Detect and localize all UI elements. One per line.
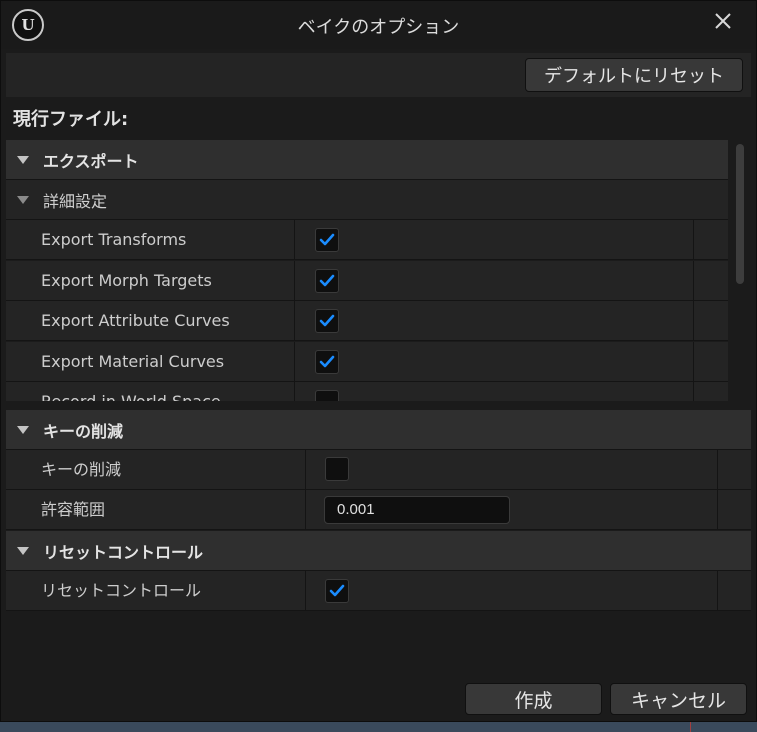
property-row-reduce-keys: キーの削減 [6, 450, 751, 490]
tolerance-input[interactable]: 0.001 [324, 496, 510, 524]
column-divider [305, 571, 306, 610]
column-divider [305, 490, 306, 529]
property-label: Record in World Space [41, 382, 221, 401]
export-morph-targets-checkbox[interactable] [315, 269, 339, 293]
property-label: Export Morph Targets [41, 271, 212, 290]
triangle-down-icon [17, 425, 29, 434]
current-file-label: 現行ファイル: [13, 109, 129, 130]
reduce-keys-checkbox[interactable] [325, 457, 349, 481]
create-button[interactable]: 作成 [465, 683, 602, 715]
column-divider [693, 301, 694, 340]
toolbar: デフォルトにリセット [6, 53, 751, 97]
property-label: リセットコントロール [41, 581, 202, 600]
export-material-curves-checkbox[interactable] [315, 350, 339, 374]
property-row-export-transforms: Export Transforms [6, 220, 728, 260]
property-row-reset-controls: リセットコントロール [6, 571, 751, 611]
column-divider [717, 450, 718, 489]
export-transforms-checkbox[interactable] [315, 228, 339, 252]
column-divider [294, 382, 295, 401]
property-row-export-morph-targets: Export Morph Targets [6, 261, 728, 301]
cancel-button[interactable]: キャンセル [610, 683, 747, 715]
record-in-world-space-checkbox[interactable] [315, 390, 339, 401]
category-reset-controls[interactable]: リセットコントロール [6, 531, 751, 571]
close-button[interactable] [707, 5, 739, 37]
scrollbar[interactable] [734, 140, 746, 398]
property-label: Export Transforms [41, 230, 187, 249]
column-divider [717, 571, 718, 610]
column-divider [693, 382, 694, 401]
triangle-down-icon [17, 546, 29, 555]
column-divider [294, 342, 295, 381]
category-export[interactable]: エクスポート [6, 140, 728, 180]
export-scroll-area[interactable]: エクスポート 詳細設定 Export Transforms Export Mor… [6, 136, 751, 401]
property-row-tolerance: 許容範囲 0.001 [6, 490, 751, 530]
column-divider [294, 301, 295, 340]
column-divider [294, 261, 295, 300]
divider-line [690, 722, 691, 732]
title-bar[interactable]: U ベイクのオプション [1, 1, 756, 49]
checkmark-icon [319, 233, 335, 246]
property-row-record-in-world-space: Record in World Space [6, 382, 728, 401]
column-divider [693, 220, 694, 259]
category-reset-controls-label: リセットコントロール [43, 542, 204, 562]
category-advanced-label: 詳細設定 [43, 191, 108, 211]
column-divider [693, 261, 694, 300]
background-window-strip [0, 722, 757, 732]
window-title: ベイクのオプション [297, 17, 460, 38]
property-row-export-material-curves: Export Material Curves [6, 342, 728, 382]
column-divider [305, 450, 306, 489]
triangle-down-icon [17, 155, 29, 164]
triangle-down-icon [17, 195, 29, 204]
checkmark-icon [319, 274, 335, 287]
checkmark-icon [319, 355, 335, 368]
property-label: Export Attribute Curves [41, 311, 230, 330]
export-attribute-curves-checkbox[interactable] [315, 309, 339, 333]
checkmark-icon [329, 584, 345, 597]
category-key-reduction[interactable]: キーの削減 [6, 410, 751, 450]
property-row-export-attribute-curves: Export Attribute Curves [6, 301, 728, 341]
property-label: キーの削減 [41, 460, 122, 479]
property-label: Export Material Curves [41, 352, 225, 371]
column-divider [717, 490, 718, 529]
column-divider [693, 342, 694, 381]
category-key-reduction-label: キーの削減 [43, 421, 124, 441]
column-divider [294, 220, 295, 259]
reset-controls-checkbox[interactable] [325, 579, 349, 603]
category-export-label: エクスポート [43, 151, 139, 171]
reset-to-default-button[interactable]: デフォルトにリセット [525, 58, 743, 92]
bake-options-dialog: U ベイクのオプション デフォルトにリセット 現行ファイル: エクスポート 詳細… [0, 0, 757, 722]
category-advanced[interactable]: 詳細設定 [6, 180, 728, 220]
close-icon [715, 13, 731, 29]
property-label: 許容範囲 [41, 500, 106, 519]
scrollbar-thumb[interactable] [736, 144, 744, 284]
checkmark-icon [319, 314, 335, 327]
